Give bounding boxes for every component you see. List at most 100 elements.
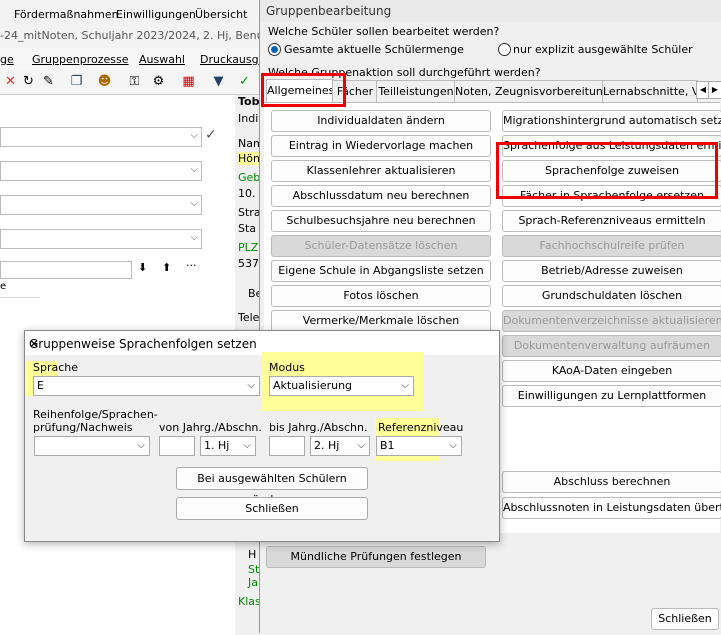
button-schulbesuchsjahre[interactable]: Schulbesuchsjahre neu berechnen	[271, 210, 491, 232]
checkmark-icon: ✓	[205, 127, 217, 143]
chevron-down-icon: ⌵	[190, 232, 198, 243]
background-list-header: e	[0, 281, 40, 298]
button-fotos-loeschen[interactable]: Fotos löschen	[271, 285, 491, 307]
question-students: Welche Schüler sollen bearbeitet werden?	[268, 25, 500, 38]
button-migrationshintergrund[interactable]: Migrationshintergrund automatisch setzen	[502, 110, 721, 132]
background-combo-4[interactable]: ⌵	[0, 229, 202, 249]
bis-value: 2. Hj	[314, 439, 340, 452]
cancel-icon[interactable]: ✕	[2, 73, 19, 90]
menu-ge[interactable]: ge	[0, 53, 14, 66]
button-betrieb-zuweisen[interactable]: Betrieb/Adresse zuweisen	[502, 260, 721, 282]
button-dokumentenverwaltung[interactable]: Dokumentenverwaltung aufräumen	[502, 335, 721, 357]
settings-icon[interactable]: ⚙	[150, 73, 167, 90]
sprache-label: Sprache	[33, 361, 79, 374]
button-dokumentenverzeichnisse[interactable]: Dokumentenverzeichnisse aktualisieren	[502, 310, 721, 332]
arrow-up-icon[interactable]: ⬆	[162, 261, 171, 274]
tab-noten[interactable]: Noten, Zeugnisvorbereitung	[454, 80, 604, 102]
von-label: von Jahrg./Abschn.	[159, 421, 262, 434]
close-icon[interactable]: ✕	[29, 337, 493, 351]
background-combo-2[interactable]: ⌵	[0, 161, 202, 181]
button-muendliche-pruefungen[interactable]: Mündliche Prüfungen festlegen	[266, 546, 486, 568]
highlight-tab-allgemeines	[261, 73, 346, 107]
copy-icon[interactable]: ❐	[68, 73, 85, 90]
radio-all-label: Gesamte aktuelle Schülermenge	[284, 43, 464, 56]
more-icon[interactable]: ···	[186, 259, 197, 272]
button-grundschuldaten[interactable]: Grundschuldaten löschen	[502, 285, 721, 307]
chevron-down-icon: ⌵	[357, 440, 365, 451]
apply-button[interactable]: Bei ausgewählten Schülern ändern	[176, 467, 368, 506]
modus-value: Aktualisierung	[273, 379, 353, 392]
bis-abschnitt-select[interactable]: 2. Hj ⌵	[310, 436, 370, 456]
modus-label: Modus	[269, 361, 305, 374]
tools-icon[interactable]: ✎	[40, 73, 57, 90]
referenzniveau-label: Referenzniveau	[378, 421, 464, 434]
button-individualdaten[interactable]: Individualdaten ändern	[271, 110, 491, 132]
radio-selected-label: nur explizit ausgewählte Schüler	[513, 43, 693, 56]
reihenfolge-label: Reihenfolge/Sprachen- prüfung/Nachweis	[33, 408, 158, 434]
button-abschluss-berechnen[interactable]: Abschluss berechnen	[502, 471, 721, 493]
bis-jahrgang-input[interactable]	[269, 436, 305, 456]
chevron-down-icon: ⌵	[190, 198, 198, 209]
button-fachhochschulreife[interactable]: Fachhochschulreife prüfen	[502, 235, 721, 257]
background-title-text: -24_mitNoten, Schuljahr 2023/2024, 2. Hj…	[0, 29, 274, 42]
user-icon[interactable]: ☻	[96, 73, 113, 90]
von-value: 1. Hj	[204, 439, 230, 452]
refresh-icon[interactable]: ↻	[20, 73, 37, 90]
chevron-down-icon: ⌵	[243, 440, 251, 451]
button-wiedervorlage[interactable]: Eintrag in Wiedervorlage machen	[271, 135, 491, 157]
chevron-down-icon: ⌵	[449, 440, 457, 451]
sprache-value: E	[37, 379, 44, 392]
button-kaoa-daten[interactable]: KAoA-Daten eingeben	[502, 360, 721, 382]
chevron-down-icon: ⌵	[247, 380, 255, 391]
von-abschnitt-select[interactable]: 1. Hj ⌵	[200, 436, 256, 456]
chevron-down-icon: ⌵	[137, 440, 145, 451]
modus-select[interactable]: Aktualisierung ⌵	[269, 376, 414, 396]
sprache-select[interactable]: E ⌵	[33, 376, 260, 396]
check-icon[interactable]: ✓	[236, 73, 253, 90]
background-title-bar: -24_mitNoten, Schuljahr 2023/2024, 2. Hj…	[0, 24, 274, 48]
referenzniveau-value: B1	[380, 439, 395, 452]
button-abgangsliste[interactable]: Eigene Schule in Abgangsliste setzen	[271, 260, 491, 282]
button-klassenlehrer[interactable]: Klassenlehrer aktualisieren	[271, 160, 491, 182]
tab-scroll-right-icon[interactable]: ▶	[708, 81, 721, 99]
background-toolbar: ✕ ↻ ✎ ❐ ☻ ⚿ ⚙ ▦ ▼ ✓	[0, 70, 262, 95]
lock-icon[interactable]: ⚿	[126, 73, 143, 90]
button-referenzniveaus[interactable]: Sprach-Referenzniveaus ermitteln	[502, 210, 721, 232]
menu-einwilligungen[interactable]: Einwilligungen	[116, 8, 196, 21]
button-einwilligungen[interactable]: Einwilligungen zu Lernplattformen	[502, 385, 721, 407]
reihenfolge-select[interactable]: ⌵	[34, 436, 150, 456]
menu-gruppenprozesse[interactable]: Gruppenprozesse	[32, 53, 129, 66]
menu-uebersicht[interactable]: Übersicht	[195, 8, 247, 21]
button-abschlussnoten[interactable]: Abschlussnoten in Leistungsdaten übertr.	[502, 497, 721, 519]
radio-selected-students[interactable]	[498, 43, 511, 56]
close-button[interactable]: Schließen	[651, 608, 719, 630]
button-vermerke-loeschen[interactable]: Vermerke/Merkmale löschen	[271, 310, 491, 332]
highlight-sprachenfolge-zuweisen	[496, 142, 718, 199]
tab-teilleistungen[interactable]: Teilleistungen	[376, 80, 456, 102]
background-search-box[interactable]	[0, 261, 132, 279]
sprachenfolge-dialog: Gruppenweise Sprachenfolgen setzen ✕ Spr…	[24, 330, 500, 542]
menu-foerdermassnahmen[interactable]: Fördermaßnahmen	[14, 8, 119, 21]
background-menubar: Fördermaßnahmen Einwilligungen Übersicht	[0, 0, 262, 25]
background-combo-1[interactable]: ⌵	[0, 127, 202, 147]
chevron-down-icon: ⌵	[190, 164, 198, 175]
tab-lernabschnitte[interactable]: Lernabschnitte, Ve	[602, 80, 698, 102]
arrow-down-icon[interactable]: ⬇	[138, 261, 147, 274]
button-datensaetze-loeschen[interactable]: Schüler-Datensätze löschen	[271, 235, 491, 257]
dialog-close-button[interactable]: Schließen	[176, 497, 368, 520]
grid-icon[interactable]: ▦	[180, 73, 197, 90]
von-jahrgang-input[interactable]	[159, 436, 195, 456]
background-menu-row: ge Gruppenprozesse Auswahl Druckausg	[0, 48, 262, 70]
chevron-down-icon: ⌵	[401, 380, 409, 391]
gruppenbearbeitung-title-bar: Gruppenbearbeitung	[260, 0, 721, 22]
window-title: Gruppenbearbeitung	[266, 4, 392, 18]
radio-all-students[interactable]	[268, 43, 281, 56]
button-abschlussdatum[interactable]: Abschlussdatum neu berechnen	[271, 185, 491, 207]
menu-druckausgabe[interactable]: Druckausg	[200, 53, 259, 66]
background-combo-3[interactable]: ⌵	[0, 195, 202, 215]
chevron-down-icon: ⌵	[190, 130, 198, 141]
bis-label: bis Jahrg./Abschn.	[269, 421, 368, 434]
referenzniveau-select[interactable]: B1 ⌵	[376, 436, 462, 456]
filter-icon[interactable]: ▼	[210, 73, 227, 90]
menu-auswahl[interactable]: Auswahl	[139, 53, 185, 66]
